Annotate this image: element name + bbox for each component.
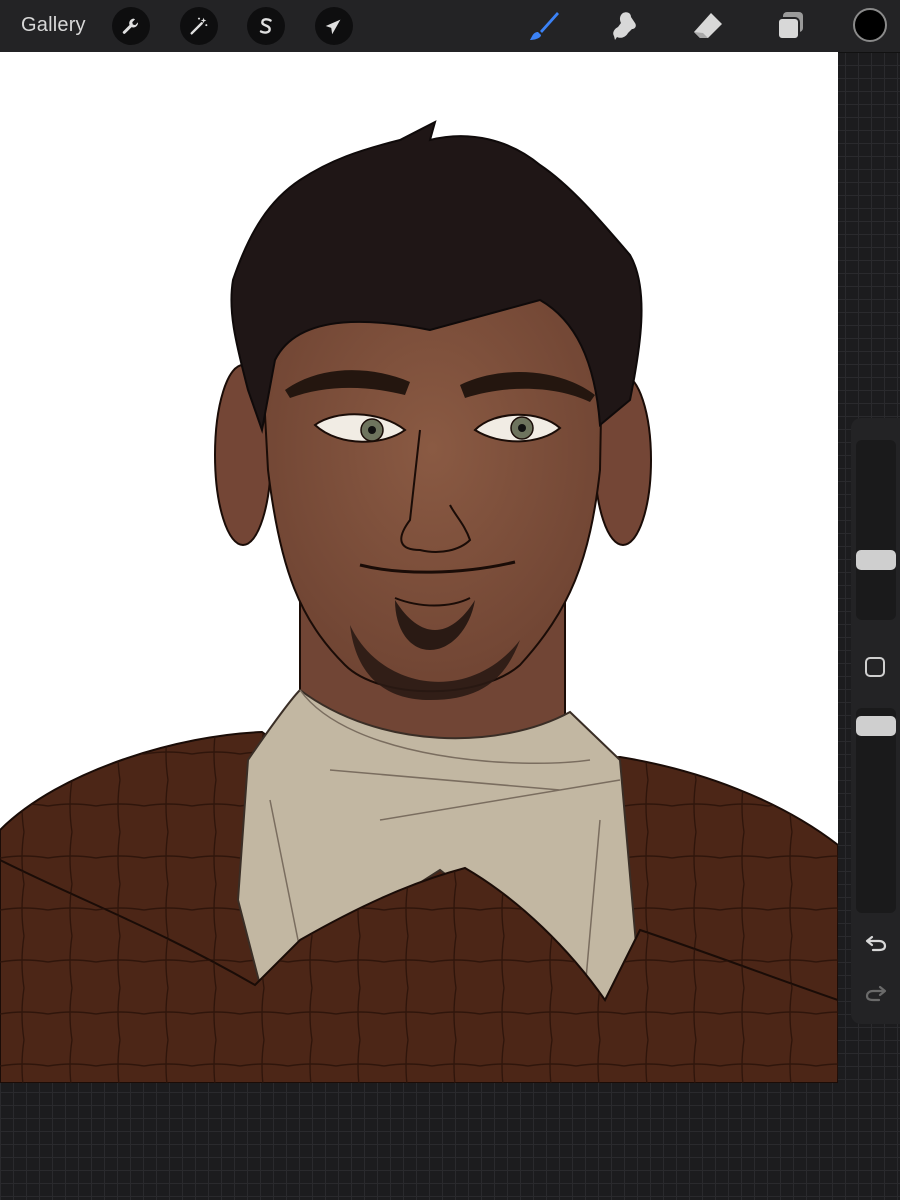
smudge-tool-button[interactable] [606, 6, 646, 46]
opacity-slider[interactable] [856, 708, 896, 913]
layers-icon [777, 12, 803, 40]
color-picker-button[interactable] [853, 8, 887, 42]
wrench-icon [122, 18, 138, 34]
selection-s-icon [259, 18, 272, 34]
magic-wand-icon [190, 17, 208, 35]
layers-button[interactable] [770, 6, 810, 46]
redo-button[interactable] [863, 980, 889, 1006]
brush-tool-button[interactable] [524, 6, 564, 46]
adjustments-button[interactable] [180, 7, 218, 45]
modify-button[interactable] [865, 657, 885, 677]
drawing-canvas[interactable] [0, 52, 838, 1083]
gallery-button[interactable]: Gallery [21, 14, 86, 37]
brush-size-slider[interactable] [856, 440, 896, 620]
portrait-artwork [0, 120, 838, 1083]
transform-button[interactable] [315, 7, 353, 45]
undo-icon [865, 935, 887, 952]
actions-button[interactable] [112, 7, 150, 45]
brush-icon [530, 12, 559, 40]
arrow-cursor-icon [325, 19, 341, 35]
undo-button[interactable] [863, 930, 889, 956]
sidebar [851, 418, 900, 1024]
brush-size-handle[interactable] [856, 550, 896, 570]
top-toolbar: Gallery [0, 0, 900, 53]
redo-icon [865, 985, 887, 1002]
selection-button[interactable] [247, 7, 285, 45]
eraser-icon [694, 13, 722, 38]
opacity-handle[interactable] [856, 716, 896, 736]
smudge-icon [613, 12, 636, 41]
eraser-tool-button[interactable] [688, 6, 728, 46]
